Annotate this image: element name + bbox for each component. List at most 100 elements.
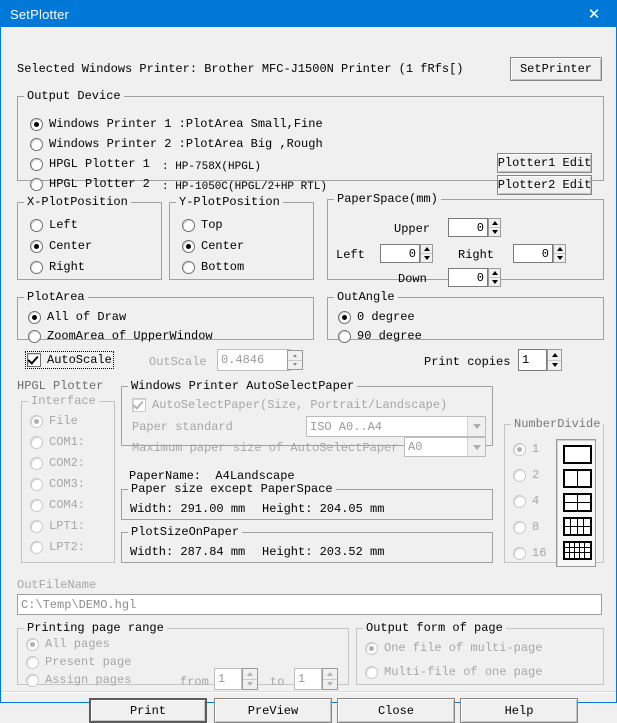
paper-name-label: PaperName: A4Landscape xyxy=(129,469,295,483)
radio-interface-com2[interactable]: COM2: xyxy=(30,456,85,470)
from-stepper[interactable] xyxy=(242,668,258,690)
radio-all-of-draw[interactable]: All of Draw xyxy=(28,310,126,324)
paper-standard-select[interactable]: ISO A0..A4 xyxy=(306,416,486,437)
radio-dot-icon xyxy=(365,641,378,655)
outscale-label: OutScale xyxy=(149,355,207,369)
set-printer-button[interactable]: SetPrinter xyxy=(510,57,602,81)
paper-space-left-input[interactable]: 0 xyxy=(380,244,420,263)
stepper-up-icon[interactable] xyxy=(323,669,337,680)
title-bar: SetPlotter ✕ xyxy=(1,1,616,27)
hpgl-interface-legend: Interface xyxy=(31,394,96,408)
radio-y-top[interactable]: Top xyxy=(182,218,223,232)
outscale-input[interactable]: 0.4846 xyxy=(217,349,291,371)
print-copies-input[interactable]: 1 xyxy=(518,349,547,371)
preview-button[interactable]: PreView xyxy=(214,698,332,723)
radio-interface-lpt1[interactable]: LPT1: xyxy=(30,519,85,533)
radio-assign-pages[interactable]: Assign pages xyxy=(26,673,131,687)
radio-divide-16[interactable]: 16 xyxy=(513,546,546,560)
from-label: from xyxy=(180,675,209,689)
outfilename-input[interactable]: C:\Temp\DEMO.hgl xyxy=(17,594,602,615)
stepper-up-icon[interactable] xyxy=(243,669,257,680)
stepper-up-icon[interactable] xyxy=(288,351,302,361)
radio-present-page[interactable]: Present page xyxy=(26,655,131,669)
stepper-down-icon[interactable] xyxy=(554,254,565,262)
help-button[interactable]: Help xyxy=(460,698,578,723)
paper-space-down-input[interactable]: 0 xyxy=(448,268,488,287)
print-button[interactable]: Print xyxy=(89,698,207,723)
selected-printer-label: Selected Windows Printer: Brother MFC-J1… xyxy=(17,62,464,76)
radio-interface-com4[interactable]: COM4: xyxy=(30,498,85,512)
radio-hpgl-plotter-1[interactable]: HPGL Plotter 1 xyxy=(30,157,150,171)
chevron-down-icon[interactable] xyxy=(467,417,485,436)
stepper-up-icon[interactable] xyxy=(554,245,565,254)
print-copies-stepper[interactable] xyxy=(547,349,562,371)
radio-dot-icon xyxy=(30,519,43,533)
paper-space-down-stepper[interactable] xyxy=(488,268,501,287)
output-form-of-page-group: Output form of page One file of multi-pa… xyxy=(356,621,604,685)
paper-space-right-stepper[interactable] xyxy=(553,244,566,263)
stepper-down-icon[interactable] xyxy=(548,360,561,370)
x-plot-position-group: X-PlotPosition Left Center Right xyxy=(17,195,162,280)
radio-interface-com3[interactable]: COM3: xyxy=(30,477,85,491)
stepper-down-icon[interactable] xyxy=(323,679,337,689)
radio-90-degree[interactable]: 90 degree xyxy=(338,329,422,343)
radio-x-center[interactable]: Center xyxy=(30,239,92,253)
radio-divide-1[interactable]: 1 xyxy=(513,442,539,456)
radio-label: Windows Printer 2 :PlotArea Big ,Rough xyxy=(49,137,323,151)
radio-x-right[interactable]: Right xyxy=(30,260,85,274)
radio-interface-file[interactable]: File xyxy=(30,414,78,428)
radio-y-bottom[interactable]: Bottom xyxy=(182,260,244,274)
paper-space-legend: PaperSpace(mm) xyxy=(337,192,438,206)
from-input[interactable]: 1 xyxy=(214,668,242,690)
radio-one-file-multi-page[interactable]: One file of multi-page xyxy=(365,641,542,655)
close-button[interactable]: Close xyxy=(337,698,455,723)
stepper-up-icon[interactable] xyxy=(548,350,561,361)
paper-space-right-input[interactable]: 0 xyxy=(513,244,553,263)
radio-label: COM3: xyxy=(49,477,86,491)
radio-dot-icon xyxy=(26,637,39,651)
radio-hpgl-plotter-2[interactable]: HPGL Plotter 2 xyxy=(30,177,150,191)
radio-dot-icon xyxy=(513,494,526,508)
paper-space-upper-input[interactable]: 0 xyxy=(448,218,488,237)
radio-interface-com1[interactable]: COM1: xyxy=(30,435,85,449)
radio-divide-4[interactable]: 4 xyxy=(513,494,539,508)
radio-zoomarea-upperwindow[interactable]: ZoomArea of UpperWindow xyxy=(28,329,213,343)
max-paper-value: A0 xyxy=(408,440,423,454)
radio-dot-icon xyxy=(513,442,526,456)
outscale-stepper[interactable] xyxy=(287,350,303,370)
to-input[interactable]: 1 xyxy=(294,668,322,690)
stepper-up-icon[interactable] xyxy=(421,245,432,254)
paper-space-left-stepper[interactable] xyxy=(420,244,433,263)
to-stepper[interactable] xyxy=(322,668,338,690)
checkbox-check-icon xyxy=(132,398,146,412)
radio-windows-printer-2[interactable]: Windows Printer 2 :PlotArea Big ,Rough xyxy=(30,137,323,151)
paper-space-upper-stepper[interactable] xyxy=(488,218,501,237)
stepper-up-icon[interactable] xyxy=(489,219,500,228)
close-icon[interactable]: ✕ xyxy=(572,1,616,27)
stepper-down-icon[interactable] xyxy=(243,679,257,689)
radio-label: 2 xyxy=(532,468,540,482)
radio-interface-lpt2[interactable]: LPT2: xyxy=(30,540,85,554)
stepper-down-icon[interactable] xyxy=(288,360,302,369)
stepper-down-icon[interactable] xyxy=(489,228,500,236)
hpgl-plotter-1-detail: : HP-758X(HPGL) xyxy=(162,161,262,173)
radio-all-pages[interactable]: All pages xyxy=(26,637,110,651)
paper-size-legend: Paper size except PaperSpace xyxy=(131,482,333,496)
stepper-down-icon[interactable] xyxy=(421,254,432,262)
plot-size-height: Height: 203.52 mm xyxy=(262,545,385,559)
radio-0-degree[interactable]: 0 degree xyxy=(338,310,415,324)
auto-select-paper-checkbox[interactable]: AutoSelectPaper(Size, Portrait/Landscape… xyxy=(132,398,447,412)
radio-windows-printer-1[interactable]: Windows Printer 1 :PlotArea Small,Fine xyxy=(30,117,323,131)
stepper-down-icon[interactable] xyxy=(489,278,500,286)
radio-divide-2[interactable]: 2 xyxy=(513,468,539,482)
checkbox-check-icon xyxy=(27,353,41,367)
radio-divide-8[interactable]: 8 xyxy=(513,520,539,534)
chevron-down-icon[interactable] xyxy=(467,438,485,456)
radio-x-left[interactable]: Left xyxy=(30,218,78,232)
plotter1-edit-button[interactable]: Plotter1 Edit xyxy=(497,153,592,173)
radio-multi-file-one-page[interactable]: Multi-file of one page xyxy=(365,665,542,679)
autoscale-checkbox[interactable]: AutoScale xyxy=(25,351,114,369)
stepper-up-icon[interactable] xyxy=(489,269,500,278)
max-paper-select[interactable]: A0 xyxy=(404,437,486,457)
radio-y-center[interactable]: Center xyxy=(182,239,244,253)
